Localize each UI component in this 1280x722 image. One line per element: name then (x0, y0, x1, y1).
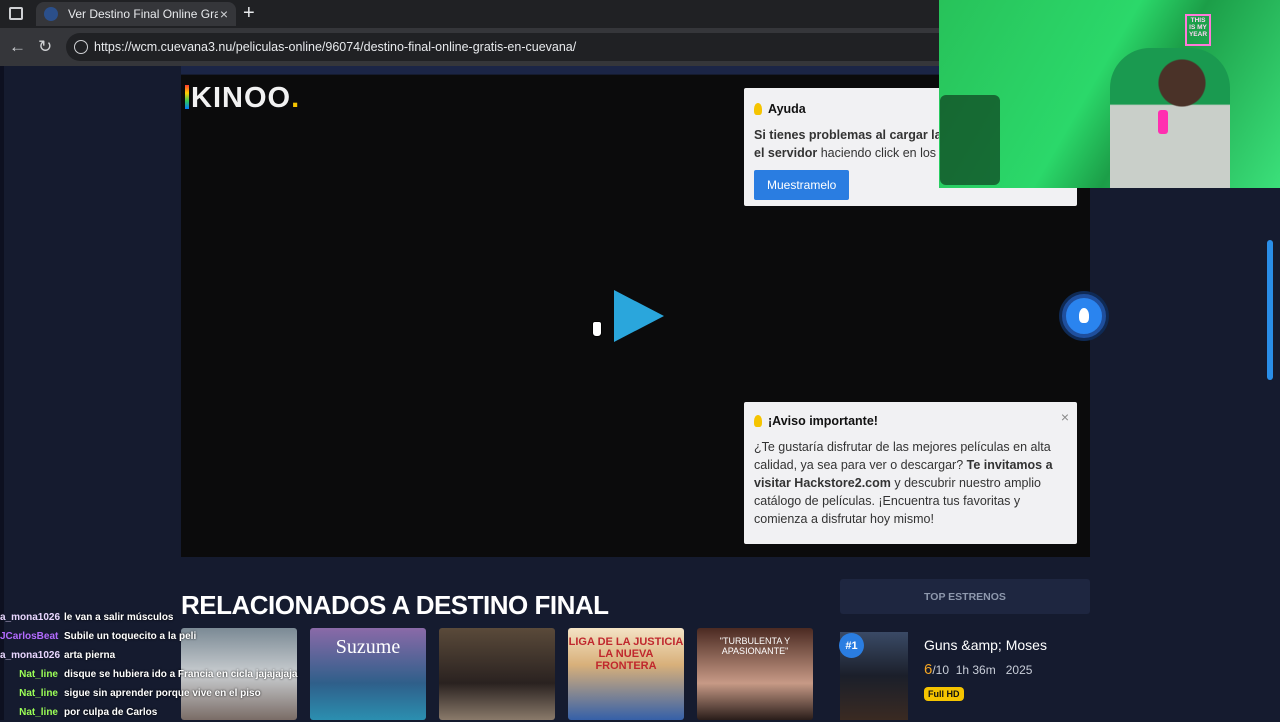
poster-label: LIGA DE LA JUSTICIA LA NUEVA FRONTERA (568, 636, 684, 672)
close-icon[interactable]: × (1061, 408, 1069, 426)
new-tab-icon[interactable]: + (243, 2, 255, 25)
lightbulb-fab-button[interactable] (1062, 294, 1106, 338)
chat-message: Nat_line disque se hubiera ido a Francia … (0, 665, 297, 684)
chat-text: le van a salir músculos (64, 612, 174, 623)
address-bar[interactable]: https://wcm.cuevana3.nu/peliculas-online… (66, 33, 966, 61)
top-movie-meta: 6/10 1h 36m 2025 (924, 661, 1032, 678)
chat-username: Nat_line (19, 707, 58, 718)
chat-username: a_mona1026 (0, 612, 61, 623)
chat-username: a_mona1026 (0, 650, 61, 661)
chat-text: sigue sin aprender porque vive en el pis… (64, 688, 261, 699)
year: 2025 (1005, 663, 1033, 677)
quality-badge: Full HD (924, 687, 964, 701)
chat-text: disque se hubiera ido a Francia en cicla… (64, 669, 298, 680)
notice-text: ¿Te gustaría disfrutar de las mejores pe… (754, 438, 1067, 528)
muestramelo-button[interactable]: Muestramelo (754, 170, 850, 200)
chat-username: Nat_line (19, 688, 58, 699)
back-icon[interactable]: ← (9, 37, 26, 57)
lightbulb-icon (754, 103, 762, 115)
neon-sign: THIS IS MY YEAR (1185, 14, 1211, 46)
tab-close-icon[interactable]: × (220, 6, 228, 22)
lightbulb-icon (754, 415, 762, 427)
poster-label: Suzume (335, 636, 401, 658)
url-text: https://wcm.cuevana3.nu/peliculas-online… (94, 40, 577, 54)
top-estrenos-header[interactable]: TOP ESTRENOS (840, 579, 1090, 614)
help-line1: Si tienes problemas al cargar la pe (754, 128, 960, 142)
lightbulb-icon (1079, 308, 1089, 323)
kinoo-logo: KINOO. (185, 82, 300, 115)
chat-message: a_mona1026 le van a salir músculos (0, 608, 297, 627)
chat-text: por culpa de Carlos (64, 707, 158, 718)
window-menu-icon[interactable] (9, 7, 23, 20)
chat-text: Subile un toquecito a la peli (64, 631, 197, 642)
browser-tab[interactable]: Ver Destino Final Online Gratis - C × (36, 2, 236, 26)
play-icon[interactable] (614, 290, 664, 342)
logo-bar-icon (185, 85, 189, 109)
chat-message: Nat_line por culpa de Carlos (0, 703, 297, 722)
top-movie-title[interactable]: Guns &amp; Moses (924, 637, 1047, 653)
poster-label: "TURBULENTA Y APASIONANTE" (719, 636, 791, 656)
microphone-icon (1158, 110, 1168, 134)
stream-chat: a_mona1026 le van a salir músculos JCarlos… (0, 608, 297, 722)
related-poster-2[interactable]: Suzume (310, 628, 426, 720)
gaming-chair (940, 95, 1000, 185)
related-poster-3[interactable] (439, 628, 555, 720)
chat-message: JCarlosBeat Subile un toquecito a la peli (0, 627, 297, 646)
logo-text: KINOO (191, 82, 292, 114)
help-line2: haciendo click en los bo (817, 146, 954, 160)
score-max: /10 (932, 663, 950, 677)
notice-box: × ¡Aviso importante! ¿Te gustaría disfru… (744, 402, 1077, 544)
chat-username: JCarlosBeat (0, 631, 59, 642)
scrollbar-thumb[interactable] (1267, 240, 1273, 380)
help-line2-bold: el servidor (754, 146, 818, 160)
chat-text: arta pierna (64, 650, 116, 661)
related-poster-4[interactable]: LIGA DE LA JUSTICIA LA NUEVA FRONTERA (568, 628, 684, 720)
notice-title: ¡Aviso importante! (768, 414, 878, 428)
logo-dot: . (291, 82, 301, 114)
chat-message: Nat_line sigue sin aprender porque vive e… (0, 684, 297, 703)
site-favicon-icon (44, 7, 58, 21)
help-title: Ayuda (768, 102, 806, 116)
related-poster-5[interactable]: "TURBULENTA Y APASIONANTE" (697, 628, 813, 720)
chat-message: a_mona1026 arta pierna (0, 646, 297, 665)
site-info-icon[interactable] (74, 40, 88, 54)
chat-username: Nat_line (19, 669, 58, 680)
reload-icon[interactable]: ↻ (38, 37, 52, 57)
rank-badge: #1 (839, 633, 864, 658)
duration: 1h 36m (955, 663, 996, 677)
tab-title: Ver Destino Final Online Gratis - C (68, 7, 218, 21)
streamer (1110, 48, 1230, 188)
hand-cursor-icon (592, 321, 602, 337)
